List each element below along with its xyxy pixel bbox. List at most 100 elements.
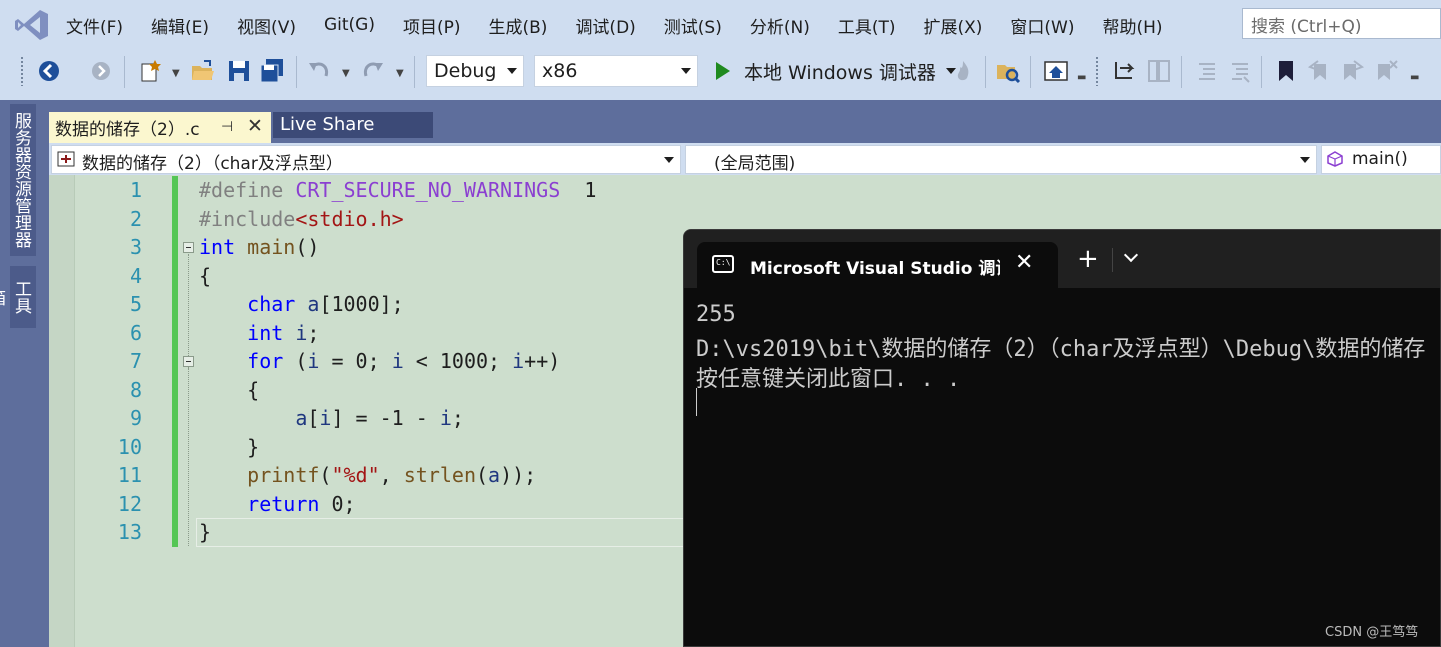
save-icon[interactable] bbox=[226, 58, 252, 84]
step-into-icon[interactable] bbox=[1112, 58, 1138, 84]
new-tab-icon[interactable]: + bbox=[1077, 246, 1099, 272]
code-line-7[interactable]: for (i = 0; i < 1000; i++) bbox=[199, 349, 560, 373]
chevron-down-icon[interactable]: ▼ bbox=[396, 68, 404, 79]
forward-icon[interactable] bbox=[88, 58, 114, 84]
close-icon[interactable]: ✕ bbox=[1015, 250, 1033, 275]
hot-reload-icon[interactable] bbox=[950, 58, 976, 84]
chevron-down-icon[interactable] bbox=[1123, 247, 1139, 263]
debug-console-window[interactable]: Microsoft Visual Studio 调试控制台 ✕ + 255 D:… bbox=[683, 229, 1441, 647]
tab-live-share[interactable]: Live Share bbox=[273, 112, 433, 138]
text-cursor bbox=[696, 388, 697, 416]
clear-bookmarks-icon[interactable] bbox=[1374, 58, 1400, 84]
code-line-12[interactable]: return 0; bbox=[199, 492, 356, 516]
code-line-10[interactable]: } bbox=[199, 435, 259, 459]
code-line-3[interactable]: int main() bbox=[199, 235, 319, 259]
find-in-files-icon[interactable] bbox=[995, 58, 1021, 84]
chevron-down-icon[interactable]: ▼ bbox=[172, 68, 180, 79]
code-token: )); bbox=[500, 463, 537, 487]
code-line-6[interactable]: int i; bbox=[199, 321, 319, 345]
menu-extensions[interactable]: 扩展(X) bbox=[910, 13, 997, 38]
toolbar-separator bbox=[414, 56, 415, 88]
menu-build[interactable]: 生成(B) bbox=[475, 13, 562, 38]
visual-studio-logo-icon[interactable] bbox=[14, 8, 50, 42]
code-map-icon[interactable] bbox=[1146, 58, 1172, 84]
solution-explorer-home-icon[interactable] bbox=[1043, 58, 1069, 84]
new-project-icon[interactable] bbox=[138, 58, 164, 84]
bookmark-icon[interactable] bbox=[1273, 58, 1299, 84]
uncomment-lines-icon[interactable] bbox=[1226, 58, 1252, 84]
back-icon[interactable] bbox=[36, 58, 62, 84]
menu-edit[interactable]: 编辑(E) bbox=[137, 13, 223, 38]
code-token: i bbox=[512, 349, 525, 373]
code-line-13[interactable]: } bbox=[199, 520, 211, 544]
collapse-toggle-main[interactable] bbox=[183, 242, 194, 253]
code-line-4[interactable]: { bbox=[199, 264, 211, 288]
chevron-down-icon[interactable]: ▬ bbox=[1077, 72, 1086, 83]
current-line-highlight bbox=[196, 518, 686, 547]
code-line-5[interactable]: char a[1000]; bbox=[199, 292, 404, 316]
code-line-9[interactable]: a[i] = -1 - i; bbox=[199, 406, 464, 430]
code-token: { bbox=[199, 378, 260, 402]
menu-debug[interactable]: 调试(D) bbox=[561, 13, 649, 38]
toolbar-grip[interactable] bbox=[1095, 56, 1099, 86]
toolbar-overflow-icon[interactable]: ▬ bbox=[1410, 72, 1419, 83]
menu-file[interactable]: 文件(F) bbox=[52, 13, 137, 38]
line-number: 4 bbox=[129, 264, 142, 288]
undo-icon[interactable] bbox=[306, 58, 332, 84]
main-menu: 文件(F) 编辑(E) 视图(V) Git(G) 项目(P) 生成(B) 调试(… bbox=[52, 0, 1177, 50]
search-input[interactable]: 搜索 (Ctrl+Q) bbox=[1242, 8, 1441, 39]
menu-bar: 文件(F) 编辑(E) 视图(V) Git(G) 项目(P) 生成(B) 调试(… bbox=[0, 0, 1441, 50]
menu-analyze[interactable]: 分析(N) bbox=[736, 13, 824, 38]
solution-configuration-select[interactable]: Debug bbox=[426, 55, 524, 87]
menu-window[interactable]: 窗口(W) bbox=[996, 13, 1088, 38]
redo-icon[interactable] bbox=[360, 58, 386, 84]
menu-help[interactable]: 帮助(H) bbox=[1089, 13, 1177, 38]
terminal-output-line: 255 bbox=[696, 302, 736, 327]
menu-view[interactable]: 视图(V) bbox=[223, 13, 310, 38]
comment-lines-icon[interactable] bbox=[1193, 58, 1219, 84]
project-value: 数据的储存（2）（char及浮点型） bbox=[82, 154, 343, 174]
code-token: 0; bbox=[319, 492, 356, 516]
code-line-8[interactable]: { bbox=[199, 378, 259, 402]
chevron-down-icon[interactable]: ▼ bbox=[342, 68, 350, 79]
project-select[interactable]: 数据的储存（2）（char及浮点型） bbox=[51, 145, 681, 174]
member-select[interactable]: main() bbox=[1321, 145, 1441, 174]
pin-icon[interactable]: ⊣ bbox=[221, 119, 233, 135]
previous-bookmark-icon[interactable] bbox=[1306, 58, 1332, 84]
next-bookmark-icon[interactable] bbox=[1340, 58, 1366, 84]
menu-git[interactable]: Git(G) bbox=[310, 15, 389, 35]
code-token: ; bbox=[307, 321, 320, 345]
terminal-tab[interactable]: Microsoft Visual Studio 调试控制台 ✕ bbox=[697, 242, 1058, 288]
solution-platform-select[interactable]: x86 bbox=[534, 55, 698, 87]
close-icon[interactable]: ✕ bbox=[247, 115, 263, 137]
save-all-icon[interactable] bbox=[259, 58, 285, 84]
toolbar-grip[interactable] bbox=[20, 56, 24, 86]
indicator-margin[interactable] bbox=[49, 175, 75, 647]
watermark: CSDN @王笃笃 bbox=[1325, 625, 1419, 640]
collapse-toggle-for[interactable] bbox=[183, 356, 194, 367]
start-debugging-button[interactable]: 本地 Windows 调试器 bbox=[712, 55, 956, 87]
toolbox-tab[interactable]: 工具箱 bbox=[0, 266, 36, 328]
line-number: 8 bbox=[129, 378, 142, 402]
menu-tools[interactable]: 工具(T) bbox=[824, 13, 910, 38]
menu-project[interactable]: 项目(P) bbox=[389, 13, 475, 38]
code-line-1[interactable]: #define CRT_SECURE_NO_WARNINGS 1 bbox=[199, 178, 596, 202]
server-explorer-tab[interactable]: 服务器资源管理器 bbox=[10, 104, 36, 256]
code-line-11[interactable]: printf("%d", strlen(a)); bbox=[199, 463, 536, 487]
code-token: ] = -1 - bbox=[331, 406, 440, 430]
open-folder-icon[interactable] bbox=[190, 58, 216, 84]
member-value: main() bbox=[1352, 149, 1408, 169]
line-number: 2 bbox=[129, 207, 142, 231]
change-tracking-bar bbox=[172, 176, 178, 547]
tab-source-file[interactable]: 数据的储存（2）.c ⊣ ✕ bbox=[49, 112, 271, 143]
project-icon bbox=[57, 151, 75, 167]
code-token: 1 bbox=[560, 178, 597, 202]
code-token: () bbox=[295, 235, 320, 259]
scope-select[interactable]: (全局范围) bbox=[685, 145, 1317, 174]
code-token: a bbox=[488, 463, 501, 487]
configuration-value: Debug bbox=[434, 60, 497, 82]
menu-test[interactable]: 测试(S) bbox=[650, 13, 736, 38]
code-line-2[interactable]: #include<stdio.h> bbox=[199, 207, 404, 231]
function-cube-icon bbox=[1327, 151, 1343, 167]
